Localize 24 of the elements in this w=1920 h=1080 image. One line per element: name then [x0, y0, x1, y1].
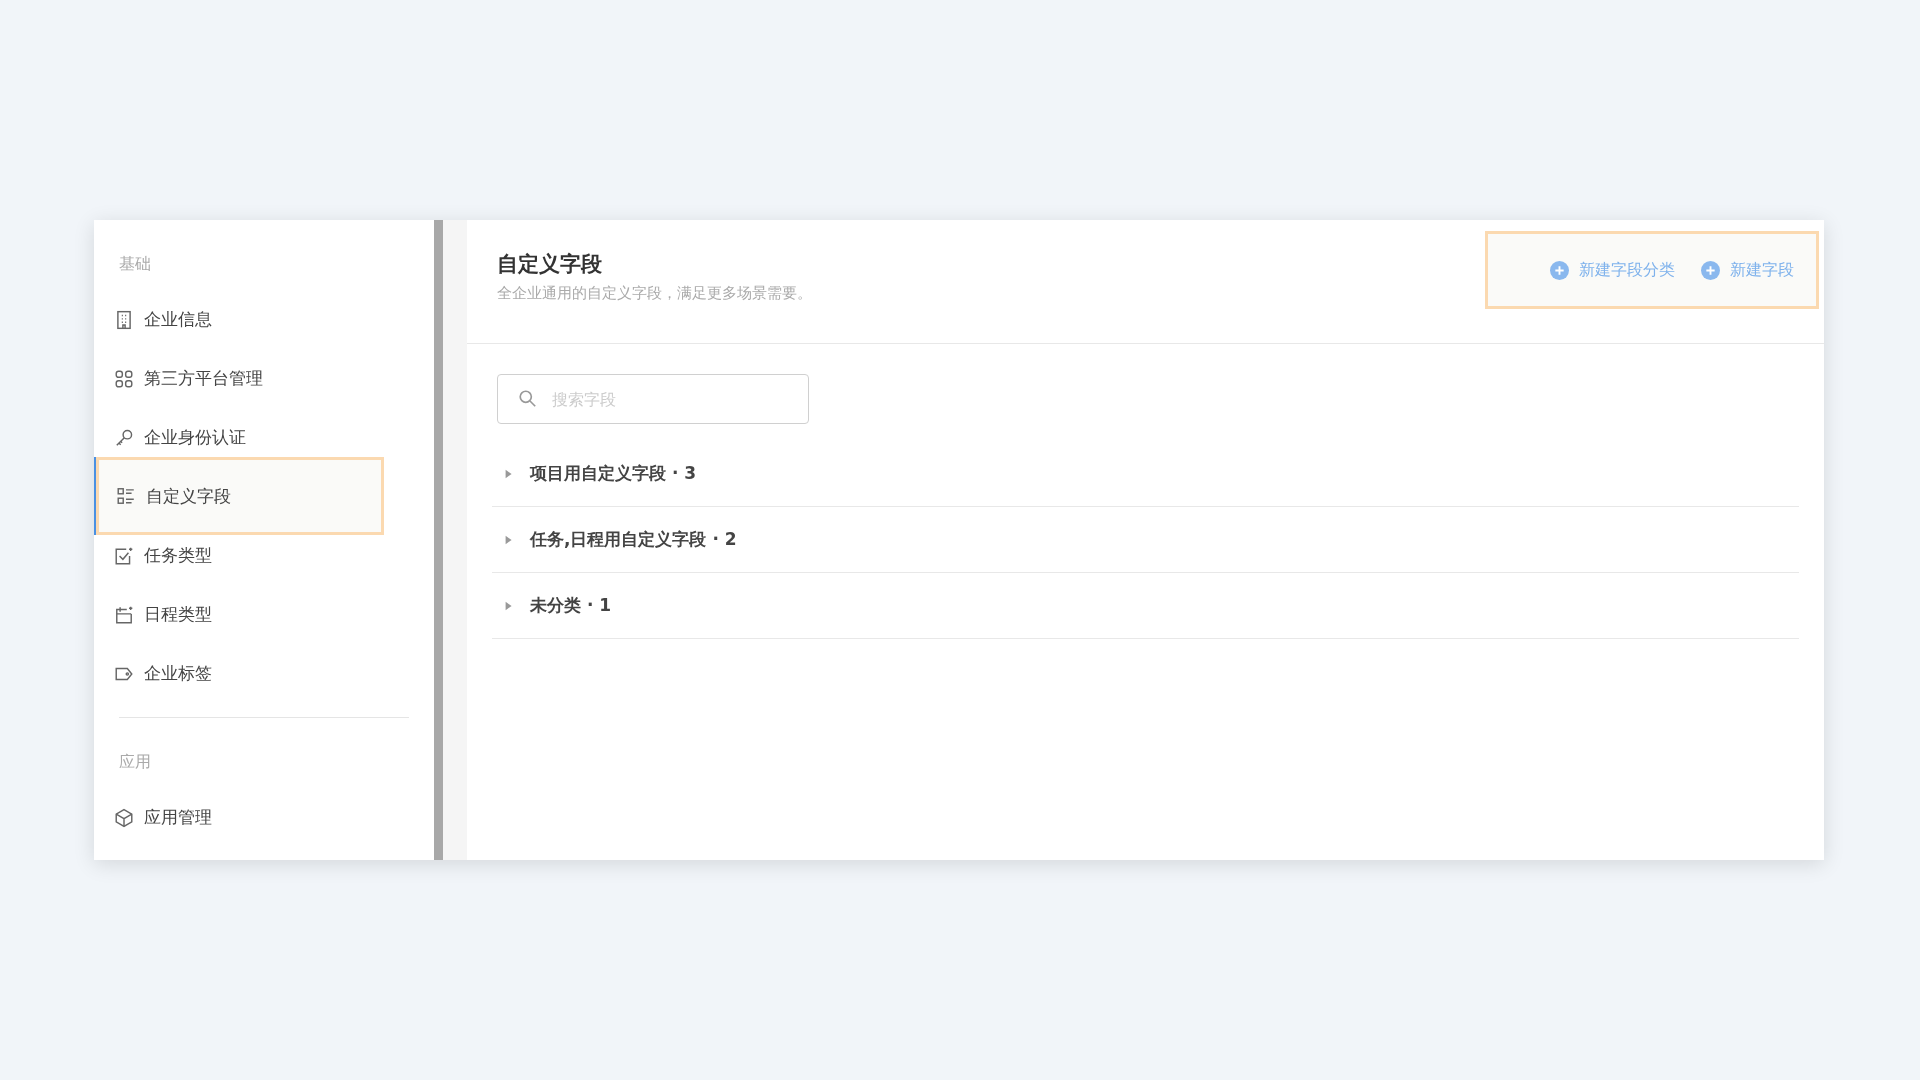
building-icon	[114, 309, 134, 330]
page-subtitle: 全企业通用的自定义字段，满足更多场景需要。	[497, 284, 812, 303]
plus-icon	[1550, 260, 1569, 280]
group-row[interactable]: 项目用自定义字段 · 3	[492, 441, 1799, 507]
scrollbar[interactable]	[434, 220, 443, 860]
search-icon	[518, 389, 538, 409]
plus-icon	[1701, 260, 1720, 280]
group-row[interactable]: 任务,日程用自定义字段 · 2	[492, 507, 1799, 573]
section-title: 应用	[118, 751, 152, 773]
sidebar-item[interactable]: 自定义字段	[96, 457, 384, 535]
group-row[interactable]: 未分类 · 1	[492, 573, 1799, 639]
section-title: 基础	[118, 253, 152, 275]
sidebar-item[interactable]: 企业标签	[94, 644, 384, 703]
key-icon	[114, 427, 134, 448]
sidebar-item[interactable]: 第三方平台管理	[94, 349, 384, 408]
sidebar-item[interactable]: 日程类型	[94, 585, 384, 644]
page-title: 自定义字段	[497, 251, 603, 278]
checkbox-icon	[114, 545, 134, 566]
sidebar-item[interactable]: 企业信息	[94, 290, 384, 349]
list-icon	[116, 486, 136, 506]
cube-icon	[114, 807, 134, 828]
grid-icon	[114, 368, 134, 389]
sidebar-item[interactable]: 应用管理	[94, 788, 384, 847]
calendar-icon	[114, 604, 134, 625]
